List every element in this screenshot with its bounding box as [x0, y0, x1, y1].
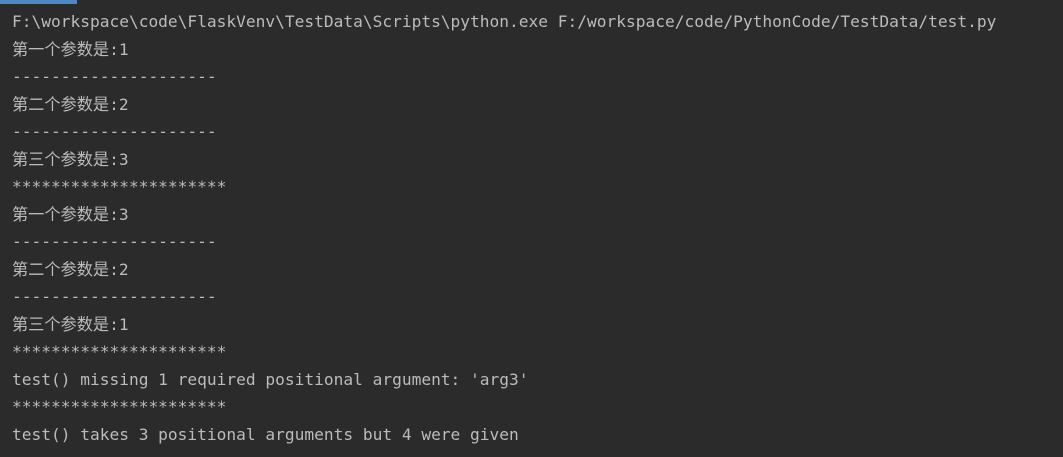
- separator-line: ---------------------: [12, 122, 217, 141]
- output-line: 第三个参数是:1: [12, 314, 129, 334]
- console-tab-indicator: [0, 0, 77, 4]
- separator-line: **********************: [12, 397, 227, 416]
- output-line: 第二个参数是:2: [12, 94, 129, 114]
- command-line: F:\workspace\code\FlaskVenv\TestData\Scr…: [12, 12, 997, 31]
- error-message-line: test() missing 1 required positional arg…: [12, 369, 529, 389]
- run-console[interactable]: F:\workspace\code\FlaskVenv\TestData\Scr…: [0, 0, 1063, 457]
- output-line: 第二个参数是:2: [12, 259, 129, 279]
- separator-line: **********************: [12, 342, 227, 361]
- separator-line: ---------------------: [12, 287, 217, 306]
- error-message-line: test() takes 3 positional arguments but …: [12, 424, 519, 444]
- separator-line: ---------------------: [12, 67, 217, 86]
- output-line: 第三个参数是:3: [12, 149, 129, 169]
- output-line: 第一个参数是:3: [12, 204, 129, 224]
- output-line: 第一个参数是:1: [12, 39, 129, 59]
- separator-line: **********************: [12, 177, 227, 196]
- separator-line: ---------------------: [12, 232, 217, 251]
- console-output[interactable]: F:\workspace\code\FlaskVenv\TestData\Scr…: [12, 8, 1063, 448]
